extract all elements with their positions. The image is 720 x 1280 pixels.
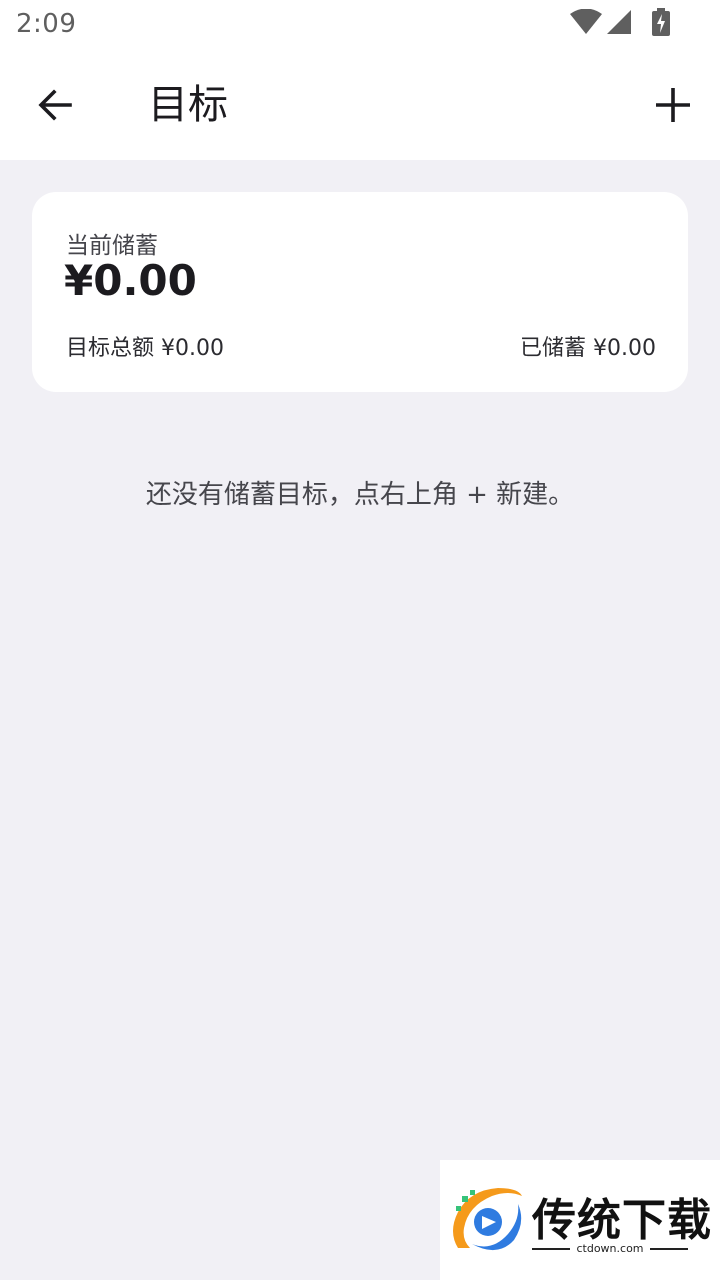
page-title: 目标 (148, 82, 228, 128)
saved-label: 已储蓄 (520, 336, 587, 361)
add-goal-button[interactable] (640, 72, 706, 138)
current-savings-label: 当前储蓄 (66, 233, 158, 259)
watermark-text: 传统下载 (532, 1195, 712, 1246)
saved-value: ¥0.00 (593, 336, 656, 361)
watermark-url: ctdown.com (532, 1242, 688, 1255)
back-button[interactable] (22, 72, 88, 138)
target-total-value: ¥0.00 (161, 336, 224, 361)
watermark-url-text: ctdown.com (576, 1242, 644, 1255)
plus-icon (656, 88, 690, 122)
cell-signal-icon (607, 10, 631, 34)
watermark: 传统下载 ctdown.com (440, 1160, 720, 1280)
app-bar: 目标 (0, 50, 720, 160)
target-total: 目标总额 ¥0.00 (66, 330, 224, 362)
saved-total: 已储蓄 ¥0.00 (520, 330, 656, 362)
watermark-logo-icon (453, 1188, 522, 1251)
wifi-icon (570, 9, 602, 34)
empty-state-message: 还没有储蓄目标，点右上角 + 新建。 (145, 480, 575, 510)
arrow-back-icon (38, 89, 72, 121)
status-bar: 2:09 (0, 0, 720, 50)
status-time: 2:09 (16, 9, 77, 39)
battery-charging-icon (652, 8, 670, 36)
summary-footer: 目标总额 ¥0.00 已储蓄 ¥0.00 (66, 330, 656, 362)
target-total-label: 目标总额 (66, 336, 155, 361)
savings-summary-card: 当前储蓄 ¥0.00 目标总额 ¥0.00 已储蓄 ¥0.00 (32, 192, 688, 392)
current-savings-amount: ¥0.00 (64, 256, 197, 305)
